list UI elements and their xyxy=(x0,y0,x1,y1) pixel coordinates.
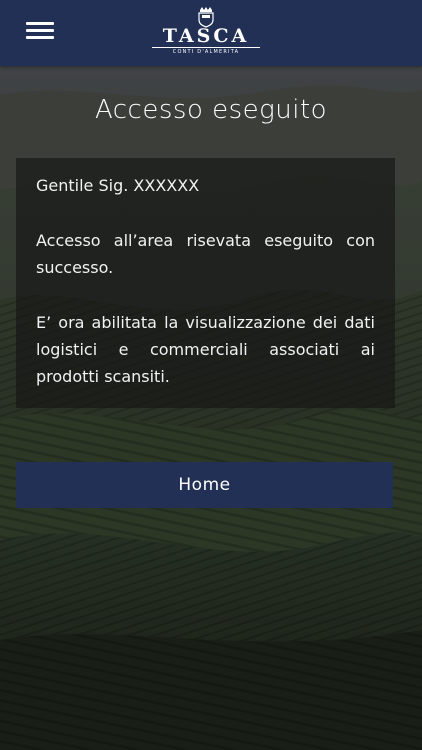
menu-line xyxy=(26,22,54,25)
message-card: Gentile Sig. XXXXXX Accesso all’area ris… xyxy=(16,158,395,408)
tasca-logo[interactable]: TASCA CONTI D'ALMERITA xyxy=(148,4,264,60)
greeting-text: Gentile Sig. XXXXXX xyxy=(36,176,200,195)
top-navigation-bar: TASCA CONTI D'ALMERITA xyxy=(0,0,422,66)
hamburger-menu-icon[interactable] xyxy=(26,21,54,41)
logo-subtitle: CONTI D'ALMERITA xyxy=(172,49,240,55)
access-confirmation-text: Accesso all’area risevata eseguito con s… xyxy=(36,231,375,277)
enabled-data-text: E’ ora abilitata la visualizzazione dei … xyxy=(36,313,375,386)
home-button-label: Home xyxy=(178,475,231,495)
home-button[interactable]: Home xyxy=(16,462,393,508)
logo-name: TASCA xyxy=(162,25,250,47)
menu-line xyxy=(26,36,54,39)
menu-line xyxy=(26,29,54,32)
logo-divider xyxy=(152,47,260,48)
page-title: Accesso eseguito xyxy=(94,95,328,125)
